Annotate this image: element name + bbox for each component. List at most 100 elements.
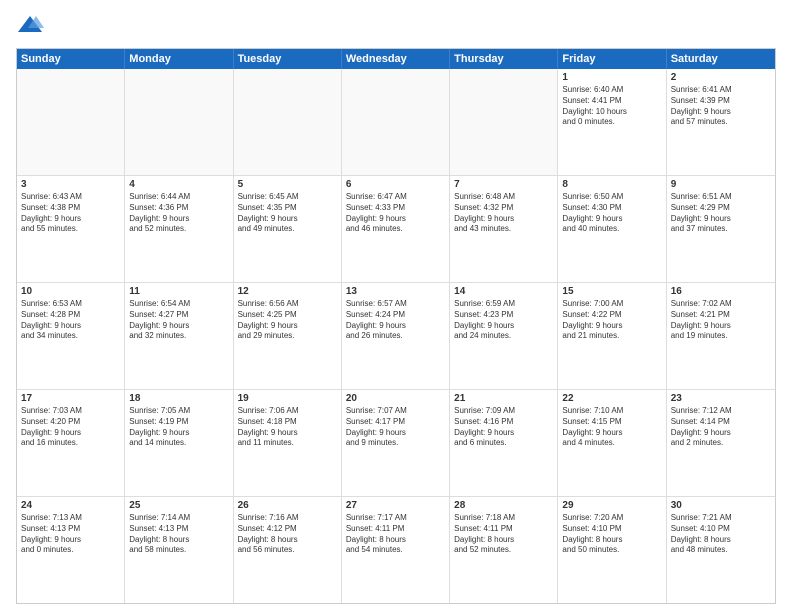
calendar-cell: 19 Sunrise: 7:06 AM Sunset: 4:18 PM Dayli… [234, 390, 342, 496]
day-number: 6 [346, 179, 445, 190]
day-number: 18 [129, 393, 228, 404]
calendar-cell: 11 Sunrise: 6:54 AM Sunset: 4:27 PM Dayli… [125, 283, 233, 389]
calendar-cell: 4 Sunrise: 6:44 AM Sunset: 4:36 PM Daylig… [125, 176, 233, 282]
weekday-header: Friday [558, 49, 666, 69]
logo-icon [16, 12, 44, 40]
day-number: 26 [238, 500, 337, 511]
day-number: 4 [129, 179, 228, 190]
calendar-cell: 6Sunrise: 6:47 AM Sunset: 4:33 PM Daylig… [342, 176, 450, 282]
header [16, 12, 776, 40]
cell-info: Sunrise: 7:09 AM Sunset: 4:16 PM Dayligh… [454, 406, 553, 449]
cell-info: Sunrise: 7:00 AM Sunset: 4:22 PM Dayligh… [562, 299, 661, 342]
cell-info: Sunrise: 7:14 AM Sunset: 4:13 PM Dayligh… [129, 513, 228, 556]
day-number: 9 [671, 179, 771, 190]
calendar-cell: 29 Sunrise: 7:20 AM Sunset: 4:10 PM Dayli… [558, 497, 666, 603]
calendar-cell: 16 Sunrise: 7:02 AM Sunset: 4:21 PM Dayli… [667, 283, 775, 389]
day-number: 24 [21, 500, 120, 511]
calendar-cell: 23 Sunrise: 7:12 AM Sunset: 4:14 PM Dayli… [667, 390, 775, 496]
cell-info: Sunrise: 6:45 AM Sunset: 4:35 PM Dayligh… [238, 192, 337, 235]
weekday-header: Saturday [667, 49, 775, 69]
cell-info: Sunrise: 6:40 AM Sunset: 4:41 PM Dayligh… [562, 85, 661, 128]
cell-info: Sunrise: 6:43 AM Sunset: 4:38 PM Dayligh… [21, 192, 120, 235]
cell-info: Sunrise: 6:57 AM Sunset: 4:24 PM Dayligh… [346, 299, 445, 342]
day-number: 22 [562, 393, 661, 404]
day-number: 23 [671, 393, 771, 404]
cell-info: Sunrise: 7:12 AM Sunset: 4:14 PM Dayligh… [671, 406, 771, 449]
day-number: 12 [238, 286, 337, 297]
day-number: 10 [21, 286, 120, 297]
day-number: 13 [346, 286, 445, 297]
day-number: 20 [346, 393, 445, 404]
calendar-cell: 3 Sunrise: 6:43 AM Sunset: 4:38 PM Daylig… [17, 176, 125, 282]
day-number: 27 [346, 500, 445, 511]
day-number: 16 [671, 286, 771, 297]
calendar-row: 1Sunrise: 6:40 AM Sunset: 4:41 PM Daylig… [17, 69, 775, 175]
cell-info: Sunrise: 6:51 AM Sunset: 4:29 PM Dayligh… [671, 192, 771, 235]
cell-info: Sunrise: 7:02 AM Sunset: 4:21 PM Dayligh… [671, 299, 771, 342]
day-number: 11 [129, 286, 228, 297]
calendar-cell [234, 69, 342, 175]
calendar-cell: 26 Sunrise: 7:16 AM Sunset: 4:12 PM Dayli… [234, 497, 342, 603]
day-number: 21 [454, 393, 553, 404]
calendar-cell: 5 Sunrise: 6:45 AM Sunset: 4:35 PM Daylig… [234, 176, 342, 282]
cell-info: Sunrise: 6:59 AM Sunset: 4:23 PM Dayligh… [454, 299, 553, 342]
calendar-cell: 7 Sunrise: 6:48 AM Sunset: 4:32 PM Daylig… [450, 176, 558, 282]
cell-info: Sunrise: 7:10 AM Sunset: 4:15 PM Dayligh… [562, 406, 661, 449]
calendar-row: 24 Sunrise: 7:13 AM Sunset: 4:13 PM Dayli… [17, 496, 775, 603]
calendar-cell [342, 69, 450, 175]
calendar-cell: 25Sunrise: 7:14 AM Sunset: 4:13 PM Dayli… [125, 497, 233, 603]
cell-info: Sunrise: 7:06 AM Sunset: 4:18 PM Dayligh… [238, 406, 337, 449]
day-number: 15 [562, 286, 661, 297]
cell-info: Sunrise: 6:53 AM Sunset: 4:28 PM Dayligh… [21, 299, 120, 342]
calendar-cell: 15 Sunrise: 7:00 AM Sunset: 4:22 PM Dayli… [558, 283, 666, 389]
calendar-cell: 28Sunrise: 7:18 AM Sunset: 4:11 PM Dayli… [450, 497, 558, 603]
calendar-cell: 20 Sunrise: 7:07 AM Sunset: 4:17 PM Dayli… [342, 390, 450, 496]
calendar: SundayMondayTuesdayWednesdayThursdayFrid… [16, 48, 776, 604]
calendar-header: SundayMondayTuesdayWednesdayThursdayFrid… [17, 49, 775, 69]
calendar-cell: 18Sunrise: 7:05 AM Sunset: 4:19 PM Dayli… [125, 390, 233, 496]
calendar-cell [450, 69, 558, 175]
day-number: 19 [238, 393, 337, 404]
day-number: 29 [562, 500, 661, 511]
cell-info: Sunrise: 6:48 AM Sunset: 4:32 PM Dayligh… [454, 192, 553, 235]
cell-info: Sunrise: 6:56 AM Sunset: 4:25 PM Dayligh… [238, 299, 337, 342]
calendar-row: 17 Sunrise: 7:03 AM Sunset: 4:20 PM Dayli… [17, 389, 775, 496]
cell-info: Sunrise: 7:03 AM Sunset: 4:20 PM Dayligh… [21, 406, 120, 449]
calendar-cell: 27 Sunrise: 7:17 AM Sunset: 4:11 PM Dayli… [342, 497, 450, 603]
calendar-cell [125, 69, 233, 175]
calendar-body: 1Sunrise: 6:40 AM Sunset: 4:41 PM Daylig… [17, 69, 775, 603]
calendar-cell: 21 Sunrise: 7:09 AM Sunset: 4:16 PM Dayli… [450, 390, 558, 496]
calendar-cell: 12 Sunrise: 6:56 AM Sunset: 4:25 PM Dayli… [234, 283, 342, 389]
cell-info: Sunrise: 7:07 AM Sunset: 4:17 PM Dayligh… [346, 406, 445, 449]
weekday-header: Sunday [17, 49, 125, 69]
cell-info: Sunrise: 7:13 AM Sunset: 4:13 PM Dayligh… [21, 513, 120, 556]
calendar-cell: 9 Sunrise: 6:51 AM Sunset: 4:29 PM Daylig… [667, 176, 775, 282]
cell-info: Sunrise: 6:41 AM Sunset: 4:39 PM Dayligh… [671, 85, 771, 128]
weekday-header: Thursday [450, 49, 558, 69]
day-number: 5 [238, 179, 337, 190]
page: SundayMondayTuesdayWednesdayThursdayFrid… [0, 0, 792, 612]
calendar-cell: 8 Sunrise: 6:50 AM Sunset: 4:30 PM Daylig… [558, 176, 666, 282]
cell-info: Sunrise: 7:17 AM Sunset: 4:11 PM Dayligh… [346, 513, 445, 556]
calendar-cell: 17 Sunrise: 7:03 AM Sunset: 4:20 PM Dayli… [17, 390, 125, 496]
day-number: 7 [454, 179, 553, 190]
cell-info: Sunrise: 6:50 AM Sunset: 4:30 PM Dayligh… [562, 192, 661, 235]
cell-info: Sunrise: 6:44 AM Sunset: 4:36 PM Dayligh… [129, 192, 228, 235]
cell-info: Sunrise: 6:54 AM Sunset: 4:27 PM Dayligh… [129, 299, 228, 342]
calendar-cell: 10 Sunrise: 6:53 AM Sunset: 4:28 PM Dayli… [17, 283, 125, 389]
day-number: 3 [21, 179, 120, 190]
day-number: 17 [21, 393, 120, 404]
calendar-cell: 2 Sunrise: 6:41 AM Sunset: 4:39 PM Daylig… [667, 69, 775, 175]
calendar-cell: 1Sunrise: 6:40 AM Sunset: 4:41 PM Daylig… [558, 69, 666, 175]
day-number: 28 [454, 500, 553, 511]
cell-info: Sunrise: 7:20 AM Sunset: 4:10 PM Dayligh… [562, 513, 661, 556]
day-number: 30 [671, 500, 771, 511]
calendar-cell: 22 Sunrise: 7:10 AM Sunset: 4:15 PM Dayli… [558, 390, 666, 496]
calendar-cell: 13 Sunrise: 6:57 AM Sunset: 4:24 PM Dayli… [342, 283, 450, 389]
calendar-cell: 30Sunrise: 7:21 AM Sunset: 4:10 PM Dayli… [667, 497, 775, 603]
day-number: 14 [454, 286, 553, 297]
calendar-row: 3 Sunrise: 6:43 AM Sunset: 4:38 PM Daylig… [17, 175, 775, 282]
cell-info: Sunrise: 7:16 AM Sunset: 4:12 PM Dayligh… [238, 513, 337, 556]
day-number: 2 [671, 72, 771, 83]
day-number: 8 [562, 179, 661, 190]
